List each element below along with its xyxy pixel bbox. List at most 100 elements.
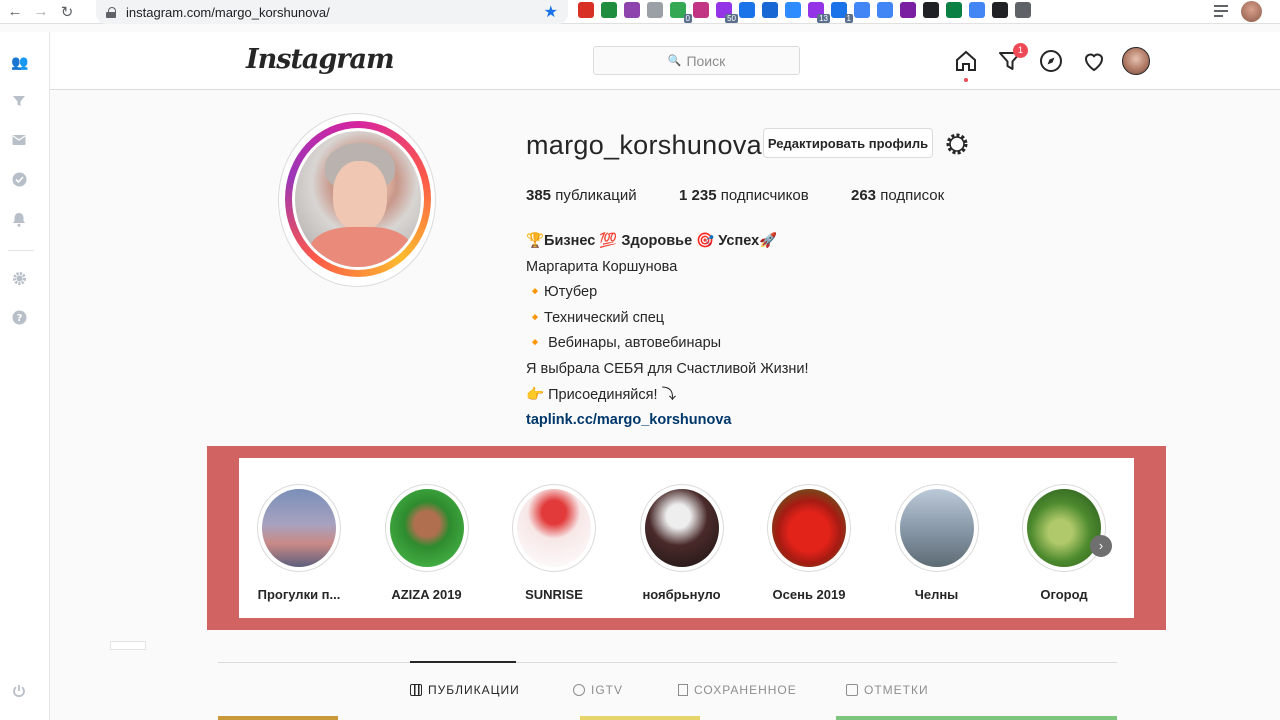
ext-doc-icon[interactable] <box>854 2 870 18</box>
header-profile-avatar[interactable] <box>1122 47 1150 75</box>
highlight-cover-ring <box>1022 484 1106 572</box>
highlight-cover-ring <box>257 484 341 572</box>
ext-target-icon[interactable] <box>601 2 617 18</box>
post-thumbnail[interactable] <box>836 716 1117 720</box>
bio-line: 👉 Присоединяйся! ⤵ <box>526 386 677 403</box>
highlight-cover-ring <box>767 484 851 572</box>
help-icon[interactable]: ? <box>11 310 27 326</box>
post-thumbnail[interactable] <box>218 716 338 720</box>
following-stat[interactable]: 263 подписок <box>851 187 944 204</box>
ext-feather-icon[interactable] <box>624 2 640 18</box>
story-highlight[interactable]: Прогулки п... <box>244 484 354 602</box>
profile-bio: 🏆Бизнес 💯 Здоровье 🎯 Успех🚀 Маргарита Ко… <box>526 229 808 434</box>
tab-posts-label: ПУБЛИКАЦИИ <box>428 683 520 697</box>
settings-gear-icon[interactable] <box>11 271 27 287</box>
ext-gray-circle-icon[interactable] <box>647 2 663 18</box>
reload-icon[interactable]: ↻ <box>56 1 78 23</box>
tab-tagged-label: ОТМЕТКИ <box>864 683 929 697</box>
check-circle-icon[interactable] <box>11 172 27 188</box>
followers-stat[interactable]: 1 235 подписчиков <box>679 187 809 204</box>
users-icon[interactable]: 👥 <box>11 54 28 70</box>
ext-lt-icon[interactable] <box>992 2 1008 18</box>
highlight-cover-ring <box>639 484 724 572</box>
story-highlight[interactable]: SUNRISE <box>499 484 609 602</box>
profile-avatar[interactable] <box>292 128 424 270</box>
highlight-cover-ring <box>894 484 979 572</box>
search-icon: 🔍 <box>667 55 682 67</box>
story-highlight[interactable]: AZIZA 2019 <box>372 484 482 602</box>
extension-badge: 50 <box>725 14 738 23</box>
story-highlight[interactable]: Осень 2019 <box>754 484 864 602</box>
ext-diamond-icon[interactable] <box>578 2 594 18</box>
filter-icon[interactable] <box>11 94 27 110</box>
address-bar[interactable]: instagram.com/margo_korshunova/ ★ <box>96 0 568 24</box>
extension-sidebar: 👥 ? <box>0 32 50 720</box>
notification-badge: 1 <box>1013 43 1028 58</box>
ext-iq-icon[interactable] <box>739 2 755 18</box>
browser-profile-avatar[interactable] <box>1241 1 1262 22</box>
ext-instagram-icon[interactable] <box>693 2 709 18</box>
bio-website-link[interactable]: taplink.cc/margo_korshunova <box>526 408 808 434</box>
bio-line: 🔸Технический спец <box>526 309 665 326</box>
explore-compass-icon[interactable] <box>1039 49 1063 73</box>
url-text: instagram.com/margo_korshunova/ <box>126 4 330 20</box>
highlight-cover-ring <box>384 484 469 572</box>
extension-badge: 0 <box>683 14 692 23</box>
instagram-logo[interactable]: Instagram <box>246 44 395 75</box>
bio-line: Я выбрала СЕБЯ для Счастливой Жизни! <box>526 360 809 377</box>
ext-tb-icon[interactable] <box>1015 2 1031 18</box>
highlight-cover-image <box>262 489 336 567</box>
home-icon[interactable] <box>954 49 978 73</box>
post-thumbnail[interactable] <box>580 716 700 720</box>
bio-full-name: Маргарита Коршунова <box>526 258 678 275</box>
search-placeholder: Поиск <box>686 52 726 69</box>
story-highlight[interactable]: Челны <box>882 484 992 602</box>
rail-divider <box>8 250 34 251</box>
highlight-cover-image <box>389 489 464 567</box>
tab-posts[interactable]: ПУБЛИКАЦИИ <box>410 683 520 697</box>
highlight-cover-ring <box>512 484 596 572</box>
ext-gallery-icon[interactable] <box>946 2 962 18</box>
activity-heart-icon[interactable] <box>1082 49 1106 73</box>
options-gear-icon[interactable] <box>944 131 970 157</box>
ext-square-icon[interactable] <box>762 2 778 18</box>
back-arrow-icon[interactable]: ← <box>4 1 26 23</box>
bio-title: 🏆Бизнес 💯 Здоровье 🎯 Успех🚀 <box>526 233 778 249</box>
highlight-cover-image <box>644 489 719 567</box>
highlight-cover-image <box>772 489 846 567</box>
highlights-next-arrow-icon[interactable]: › <box>1090 535 1112 557</box>
forward-arrow-icon[interactable]: → <box>30 1 52 23</box>
bookmark-star-icon[interactable]: ★ <box>544 2 558 22</box>
tab-igtv[interactable]: IGTV <box>573 683 623 697</box>
extension-badge: 13 <box>817 14 830 23</box>
ext-zoom-icon[interactable] <box>785 2 801 18</box>
bell-icon[interactable] <box>11 212 27 228</box>
edit-profile-button[interactable]: Редактировать профиль <box>763 128 933 158</box>
highlight-cover-image <box>517 489 591 567</box>
mail-icon[interactable] <box>11 133 27 149</box>
igtv-icon <box>573 684 585 696</box>
tab-tagged[interactable]: ОТМЕТКИ <box>846 683 929 697</box>
ext-g-icon[interactable] <box>877 2 893 18</box>
ext-translate-icon[interactable] <box>969 2 985 18</box>
power-icon[interactable] <box>11 684 27 700</box>
ext-dark-icon[interactable] <box>923 2 939 18</box>
highlight-label: AZIZA 2019 <box>391 587 462 602</box>
ext-shield-icon[interactable]: 0 <box>670 2 692 23</box>
reading-list-icon[interactable] <box>1214 5 1228 17</box>
story-highlight[interactable]: ноябрьнуло <box>627 484 737 602</box>
highlight-cover-image <box>899 489 974 567</box>
instagram-header: Instagram 🔍 Поиск 1 <box>50 32 1280 90</box>
highlight-cover-image <box>1027 489 1101 567</box>
posts-stat[interactable]: 385 публикаций <box>526 187 637 204</box>
ext-cycle-icon[interactable]: 50 <box>716 2 738 23</box>
tagged-person-icon <box>846 684 858 696</box>
bio-line: 🔸Ютубер <box>526 284 598 301</box>
ext-at-icon[interactable]: 13 <box>808 2 830 23</box>
ext-hex-icon[interactable] <box>900 2 916 18</box>
bio-line: 🔸 Вебинары, автовебинары <box>526 335 722 352</box>
ext-send-icon[interactable]: 1 <box>831 2 853 23</box>
tab-saved[interactable]: СОХРАНЕННОЕ <box>678 683 797 697</box>
search-input[interactable]: 🔍 Поиск <box>593 46 800 75</box>
small-placeholder-box <box>110 641 146 650</box>
